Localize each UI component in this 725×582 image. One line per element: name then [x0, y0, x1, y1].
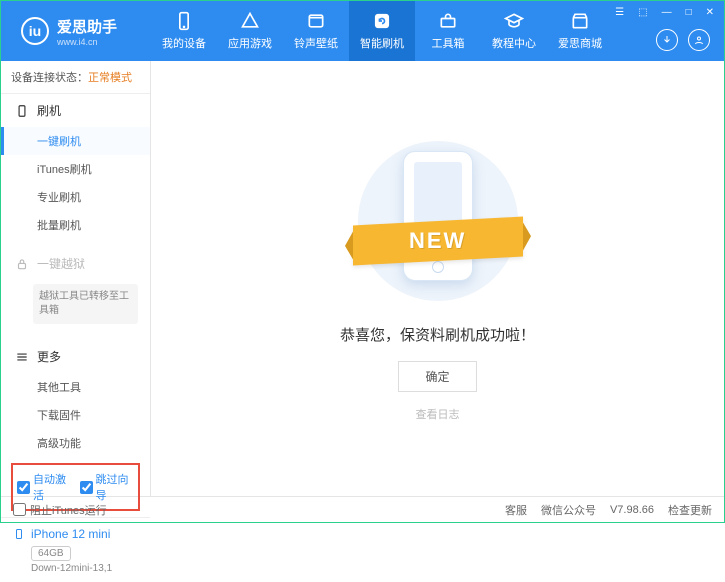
- block-itunes-checkbox[interactable]: 阻止iTunes运行: [13, 502, 107, 518]
- wechat-link[interactable]: 微信公众号: [541, 502, 596, 518]
- device-name: iPhone 12 mini: [13, 526, 138, 542]
- nav-flash[interactable]: 智能刷机: [349, 1, 415, 61]
- toolbox-icon: [438, 11, 458, 31]
- close-icon[interactable]: ✕: [702, 5, 718, 20]
- lock-icon: [15, 257, 29, 271]
- sidebar-section-flash[interactable]: 刷机: [1, 94, 150, 127]
- top-nav: 我的设备 应用游戏 铃声壁纸 智能刷机 工具箱 教程中心 爱思商城: [151, 1, 613, 61]
- store-icon: [570, 11, 590, 31]
- sidebar-item-advanced[interactable]: 高级功能: [1, 429, 150, 457]
- device-capacity: 64GB: [31, 546, 71, 561]
- check-update-link[interactable]: 检查更新: [668, 502, 712, 518]
- version-label: V7.98.66: [610, 504, 654, 516]
- refresh-icon: [372, 11, 392, 31]
- sidebar-section-jailbreak[interactable]: 一键越狱: [1, 247, 150, 280]
- sidebar-item-download[interactable]: 下载固件: [1, 401, 150, 429]
- app-name: 爱思助手: [57, 16, 117, 37]
- sidebar-item-oneclick[interactable]: 一键刷机: [1, 127, 150, 155]
- phone-icon: [174, 11, 194, 31]
- view-log-link[interactable]: 查看日志: [416, 406, 460, 422]
- sidebar-item-itunes[interactable]: iTunes刷机: [1, 155, 150, 183]
- nav-my-device[interactable]: 我的设备: [151, 1, 217, 61]
- minimize-icon[interactable]: ―: [658, 5, 676, 20]
- user-button[interactable]: [688, 29, 710, 51]
- phone-icon: [15, 104, 29, 118]
- ribbon-text: NEW: [409, 228, 466, 254]
- app-window: iu 爱思助手 www.i4.cn 我的设备 应用游戏 铃声壁纸 智能刷机 工具…: [0, 0, 725, 523]
- sidebar-section-more[interactable]: 更多: [1, 340, 150, 373]
- device-panel[interactable]: iPhone 12 mini 64GB Down-12mini-13,1: [1, 517, 150, 582]
- wallpaper-icon: [306, 11, 326, 31]
- success-message: 恭喜您，保资料刷机成功啦！: [340, 324, 535, 345]
- more-icon: [15, 350, 29, 364]
- service-link[interactable]: 客服: [505, 502, 527, 518]
- jailbreak-note: 越狱工具已转移至工具箱: [33, 284, 138, 324]
- header: iu 爱思助手 www.i4.cn 我的设备 应用游戏 铃声壁纸 智能刷机 工具…: [1, 1, 724, 61]
- logo: iu 爱思助手 www.i4.cn: [1, 16, 151, 47]
- nav-ringtones[interactable]: 铃声壁纸: [283, 1, 349, 61]
- nav-toolbox[interactable]: 工具箱: [415, 1, 481, 61]
- main-content: NEW 恭喜您，保资料刷机成功啦！ 确定 查看日志: [151, 61, 724, 496]
- skin-icon[interactable]: ⬚: [634, 5, 651, 20]
- nav-store[interactable]: 爱思商城: [547, 1, 613, 61]
- nav-apps[interactable]: 应用游戏: [217, 1, 283, 61]
- download-button[interactable]: [656, 29, 678, 51]
- connection-status: 设备连接状态：正常模式: [1, 61, 150, 94]
- graduation-icon: [504, 11, 524, 31]
- device-sub: Down-12mini-13,1: [31, 563, 138, 574]
- sidebar: 设备连接状态：正常模式 刷机 一键刷机 iTunes刷机 专业刷机 批量刷机 一…: [1, 61, 151, 496]
- skip-guide-checkbox[interactable]: 跳过向导: [80, 471, 135, 503]
- menu-icon[interactable]: ☰: [611, 5, 628, 20]
- auto-activate-checkbox[interactable]: 自动激活: [17, 471, 72, 503]
- maximize-icon[interactable]: □: [682, 5, 696, 20]
- window-controls: ☰ ⬚ ― □ ✕: [611, 5, 718, 20]
- apps-icon: [240, 11, 260, 31]
- nav-tutorials[interactable]: 教程中心: [481, 1, 547, 61]
- logo-icon: iu: [21, 17, 49, 45]
- sidebar-item-pro[interactable]: 专业刷机: [1, 183, 150, 211]
- sidebar-item-other[interactable]: 其他工具: [1, 373, 150, 401]
- confirm-button[interactable]: 确定: [398, 361, 476, 392]
- app-site: www.i4.cn: [57, 37, 117, 47]
- sidebar-item-batch[interactable]: 批量刷机: [1, 211, 150, 239]
- header-actions: [656, 29, 710, 51]
- success-illustration: NEW: [358, 136, 518, 306]
